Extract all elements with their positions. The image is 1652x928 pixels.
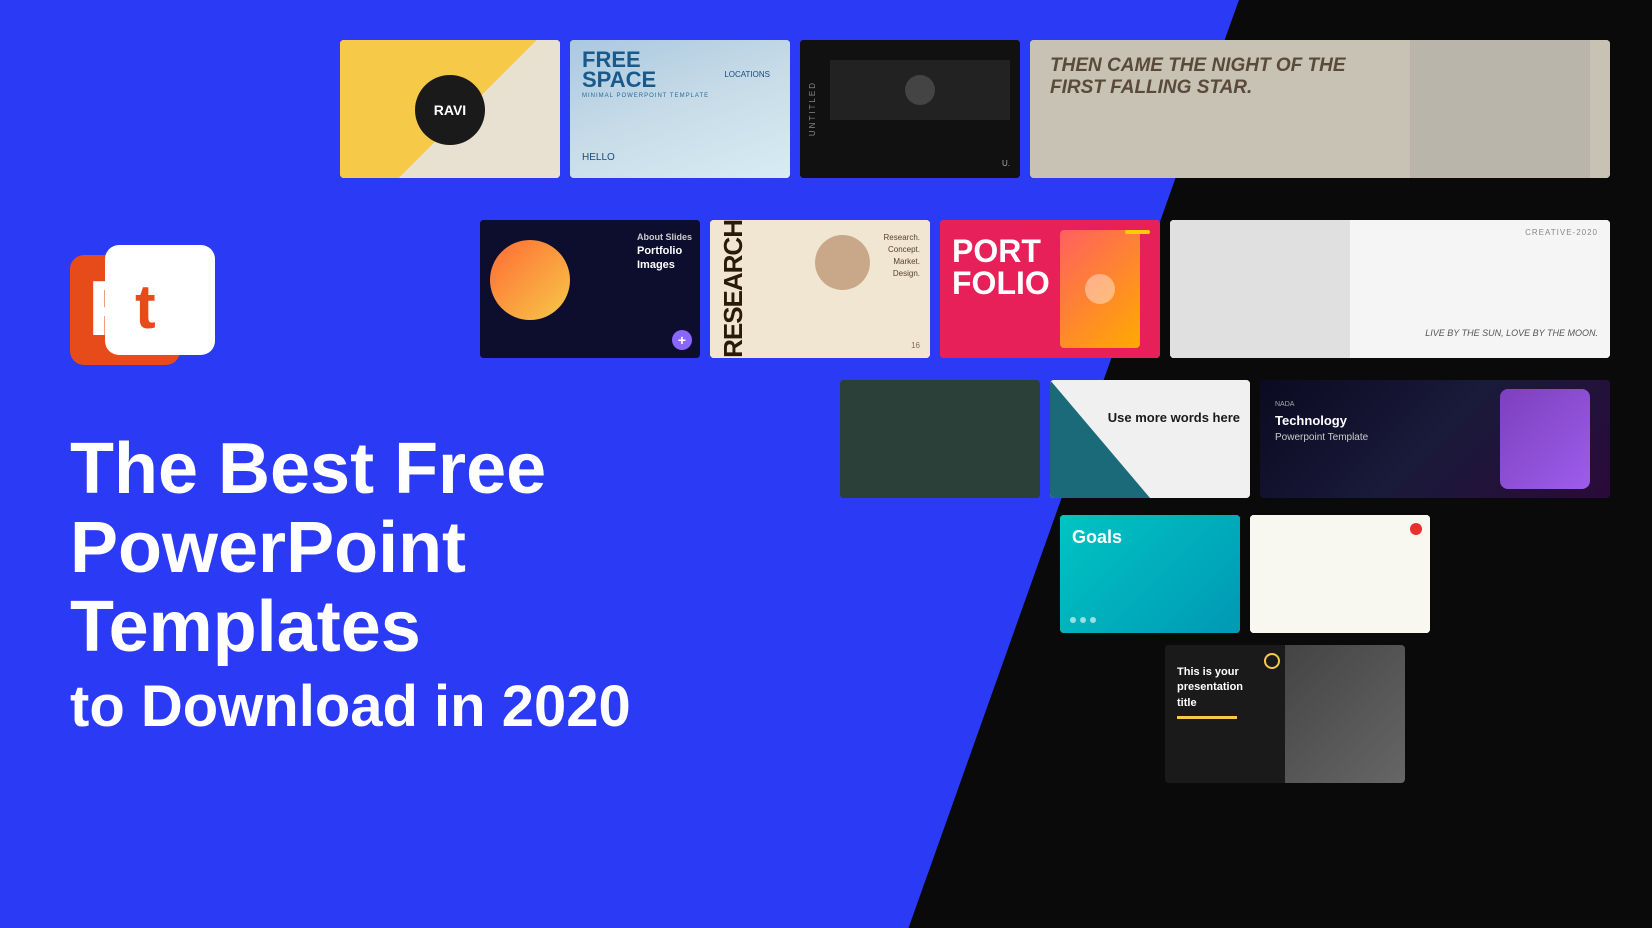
- template-thumbnail-thank-you[interactable]: Thank You: [840, 380, 1040, 498]
- hello-text: HELLO: [582, 152, 615, 163]
- research-num: 16: [911, 341, 920, 350]
- yellow-accent: [1177, 716, 1237, 719]
- use-more-words-text: Use more words here: [1108, 410, 1240, 427]
- template-thumbnail-untitled[interactable]: UNTITLED U.: [800, 40, 1020, 178]
- portfolio-image: [1060, 230, 1140, 348]
- template-thumbnail-born-ink[interactable]: BORNINK: [1250, 515, 1430, 633]
- falling-star-title: THEN CAME THE NIGHT OF THE FIRST FALLING…: [1050, 55, 1350, 99]
- heading-line3: to Download in 2020: [70, 672, 750, 742]
- template-thumbnail-use-more-words[interactable]: Use more words here: [1050, 380, 1250, 498]
- template-thumbnail-technology[interactable]: NADA Technology Powerpoint Template: [1260, 380, 1610, 498]
- thumb-image: [830, 60, 1010, 120]
- research-portrait: [815, 235, 870, 290]
- person-placeholder: [1060, 230, 1140, 348]
- portfolio-circle: [490, 240, 570, 320]
- thumb-bg: [1250, 515, 1430, 633]
- thumbnail-inner: RESEARCH Research.Concept.Market.Design.…: [710, 220, 930, 358]
- thumbnail-inner: PORTFOLIO: [940, 220, 1160, 358]
- research-vertical: RESEARCH: [718, 225, 749, 353]
- untitled-vertical: UNTITLED: [808, 40, 817, 178]
- locations-text: LOCATIONS: [724, 70, 770, 79]
- thumbnail-inner: BORNINK: [1250, 515, 1430, 633]
- thumbnail-inner: THEN CAME THE NIGHT OF THE FIRST FALLING…: [1030, 40, 1610, 178]
- thumbnail-inner: RAVI: [340, 40, 560, 178]
- plus-icon: +: [672, 330, 692, 350]
- tech-text: NADA Technology Powerpoint Template: [1275, 400, 1368, 445]
- main-content: P t The Best Free PowerPoint Templates t…: [0, 0, 1652, 928]
- tech-subtitle: Powerpoint Template: [1275, 430, 1368, 445]
- portfolio-text: About SlidesPortfolioImages: [637, 232, 692, 272]
- thumbnail-inner: About SlidesPortfolioImages +: [480, 220, 700, 358]
- free-space-content: FREE SPACE MINIMAL POWERPOINT TEMPLATE: [582, 50, 709, 99]
- svg-text:P: P: [88, 264, 140, 352]
- template-thumbnail-portfolio-dark[interactable]: About SlidesPortfolioImages +: [480, 220, 700, 358]
- thumbnail-inner: UNTITLED U.: [800, 40, 1020, 178]
- main-heading: The Best Free PowerPoint Templates to Do…: [70, 430, 750, 741]
- teal-triangle: [1050, 380, 1150, 498]
- image-area: [1170, 220, 1350, 358]
- template-thumbnail-goals[interactable]: Goals: [1060, 515, 1240, 633]
- creative-quote: LIVE BY THE SUN, LOVE BY THE MOON.: [1425, 328, 1598, 338]
- thumbnail-inner: Goals: [1060, 515, 1240, 633]
- thumbnail-inner: NADA Technology Powerpoint Template: [1260, 380, 1610, 498]
- goals-dots: [1070, 617, 1230, 623]
- image-placeholder: [1410, 40, 1590, 178]
- template-thumbnail-falling-star[interactable]: THEN CAME THE NIGHT OF THE FIRST FALLING…: [1030, 40, 1610, 178]
- portrait-placeholder: [905, 75, 935, 105]
- creative-label: CREATIVE-2020: [1525, 228, 1598, 237]
- powerpoint-logo: P t: [60, 240, 220, 390]
- head-placeholder: [1085, 274, 1115, 304]
- template-thumbnail-portfolio-pink[interactable]: PORTFOLIO: [940, 220, 1160, 358]
- template-thumbnail-creative[interactable]: CREATIVE-2020 LIVE BY THE SUN, LOVE BY T…: [1170, 220, 1610, 358]
- image-area: [1285, 645, 1405, 783]
- template-thumbnail-research[interactable]: RESEARCH Research.Concept.Market.Design.…: [710, 220, 930, 358]
- thumbnail-inner: This is yourpresentationtitle: [1165, 645, 1405, 783]
- thumb-bg: [840, 380, 1040, 498]
- dot2: [1080, 617, 1086, 623]
- circle-accent: [1264, 653, 1280, 669]
- heading-line1: The Best Free: [70, 430, 750, 509]
- accent-line: [1125, 230, 1150, 234]
- goals-title: Goals: [1072, 527, 1122, 548]
- tech-title: Technology: [1275, 411, 1368, 431]
- presentation-content: This is yourpresentationtitle: [1177, 665, 1243, 719]
- template-thumbnail-presentation-title[interactable]: This is yourpresentationtitle: [1165, 645, 1405, 783]
- thumbnail-inner: Use more words here: [1050, 380, 1250, 498]
- ravi-label: RAVI: [434, 102, 466, 118]
- template-thumbnail-free-space[interactable]: FREE SPACE MINIMAL POWERPOINT TEMPLATE H…: [570, 40, 790, 178]
- ravi-circle: RAVI: [415, 75, 485, 145]
- tech-label: NADA: [1275, 400, 1368, 411]
- svg-text:t: t: [135, 273, 156, 342]
- thumbnail-inner: Thank You: [840, 380, 1040, 498]
- untitled-label: UNTITLED: [808, 81, 817, 136]
- minimal-text: MINIMAL POWERPOINT TEMPLATE: [582, 93, 709, 99]
- thumbnail-inner: CREATIVE-2020 LIVE BY THE SUN, LOVE BY T…: [1170, 220, 1610, 358]
- heading-line2: PowerPoint Templates: [70, 509, 750, 667]
- u-label: U.: [1002, 159, 1010, 168]
- research-title: RESEARCH: [718, 220, 749, 358]
- portfolio-pink-title: PORTFOLIO: [952, 235, 1050, 299]
- template-thumbnail-ravi[interactable]: RAVI: [340, 40, 560, 178]
- image-placeholder: [1285, 645, 1405, 783]
- phone-shape: [1500, 389, 1590, 489]
- research-tagline: Research.Concept.Market.Design.: [884, 232, 920, 280]
- thumbnail-inner: FREE SPACE MINIMAL POWERPOINT TEMPLATE H…: [570, 40, 790, 178]
- presentation-title-text: This is yourpresentationtitle: [1177, 665, 1243, 711]
- space-text: SPACE: [582, 70, 709, 90]
- dot3: [1090, 617, 1096, 623]
- dot1: [1070, 617, 1076, 623]
- red-dot: [1410, 523, 1422, 535]
